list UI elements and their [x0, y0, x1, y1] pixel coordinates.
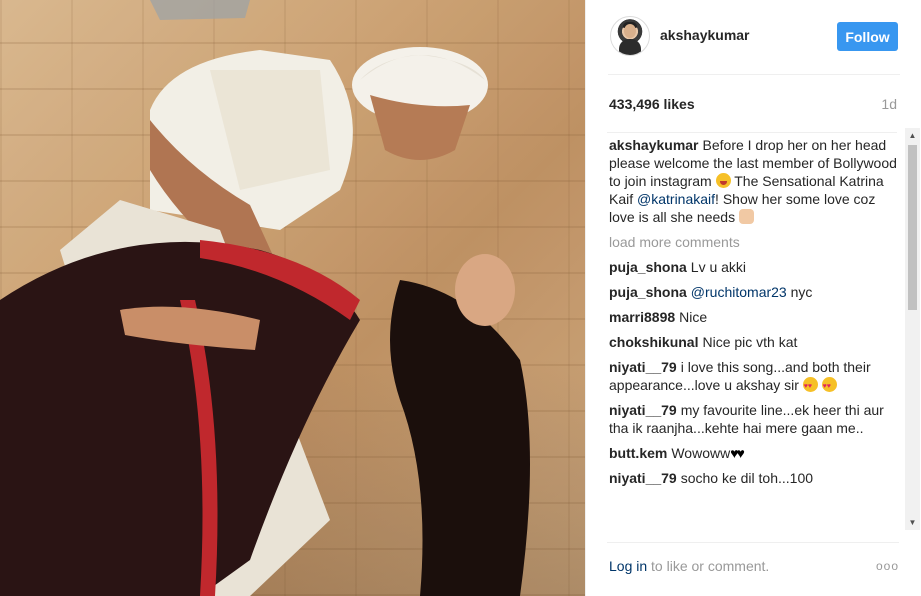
comment-item: puja_shona @ruchitomar23 nyc	[609, 283, 897, 301]
login-link[interactable]: Log in	[609, 558, 647, 574]
heart-eyes-icon	[821, 377, 837, 396]
comment-text: Nice	[679, 309, 708, 325]
comment-item: niyati__79 socho ke dil toh...100	[609, 469, 897, 487]
fist-bump-icon	[738, 209, 754, 224]
black-hearts-icon: ♥♥	[730, 445, 745, 461]
scroll-thumb[interactable]	[908, 145, 917, 310]
comment-text: Wowoww	[671, 445, 731, 461]
post-age[interactable]: 1d	[881, 96, 897, 112]
comment-text: nyc	[790, 284, 813, 300]
photo-illustration	[0, 0, 585, 596]
username-link[interactable]: akshaykumar	[660, 27, 750, 43]
comment-user[interactable]: puja_shona	[609, 284, 687, 300]
comment-user[interactable]: niyati__79	[609, 402, 677, 418]
comment-item: puja_shona Lv u akki	[609, 258, 897, 276]
avatar[interactable]	[610, 16, 650, 56]
comment-item: niyati__79 my favourite line...ek heer th…	[609, 401, 897, 437]
avatar-suit	[619, 39, 641, 55]
comment-user[interactable]: niyati__79	[609, 359, 677, 375]
mention-link[interactable]: @ruchitomar23	[691, 284, 787, 300]
comment-text: socho ke dil toh...100	[680, 470, 814, 486]
login-prompt-text: to like or comment.	[647, 558, 770, 574]
comment-user[interactable]: chokshikunal	[609, 334, 698, 350]
post-header: akshaykumar Follow	[608, 0, 900, 75]
winking-face-icon	[715, 173, 731, 188]
scroll-down-arrow-icon[interactable]: ▼	[905, 515, 920, 530]
load-more-comments[interactable]: load more comments	[609, 233, 897, 251]
post-footer: Log in to like or comment. ooo	[607, 542, 899, 587]
login-prompt: Log in to like or comment.	[609, 558, 769, 574]
caption-user[interactable]: akshaykumar	[609, 137, 699, 153]
avatar-face	[624, 24, 636, 38]
follow-button[interactable]: Follow	[837, 22, 898, 51]
more-options-icon[interactable]: ooo	[876, 559, 899, 573]
comments-list[interactable]: akshaykumar Before I drop her on her head…	[607, 132, 897, 530]
comment-user[interactable]: butt.kem	[609, 445, 667, 461]
heart-eyes-icon	[802, 377, 818, 396]
comment-text: Lv u akki	[690, 259, 747, 275]
likes-count[interactable]: 433,496 likes	[609, 96, 695, 112]
likes-row: 433,496 likes 1d	[607, 96, 899, 116]
comment-user[interactable]: puja_shona	[609, 259, 687, 275]
comment-item: marri8898 Nice	[609, 308, 897, 326]
comment-item: chokshikunal Nice pic vth kat	[609, 333, 897, 351]
caption: akshaykumar Before I drop her on her head…	[609, 136, 897, 226]
comment-item: niyati__79 i love this song...and both th…	[609, 358, 897, 396]
mention-link[interactable]: @katrinakaif	[637, 191, 715, 207]
comment-text: Nice pic vth kat	[702, 334, 798, 350]
post-photo[interactable]	[0, 0, 585, 596]
comment-user[interactable]: niyati__79	[609, 470, 677, 486]
comment-item: butt.kem Wowoww♥♥	[609, 444, 897, 462]
scroll-up-arrow-icon[interactable]: ▲	[905, 128, 920, 143]
comments-scrollbar[interactable]: ▲ ▼	[905, 128, 920, 530]
comment-user[interactable]: marri8898	[609, 309, 675, 325]
